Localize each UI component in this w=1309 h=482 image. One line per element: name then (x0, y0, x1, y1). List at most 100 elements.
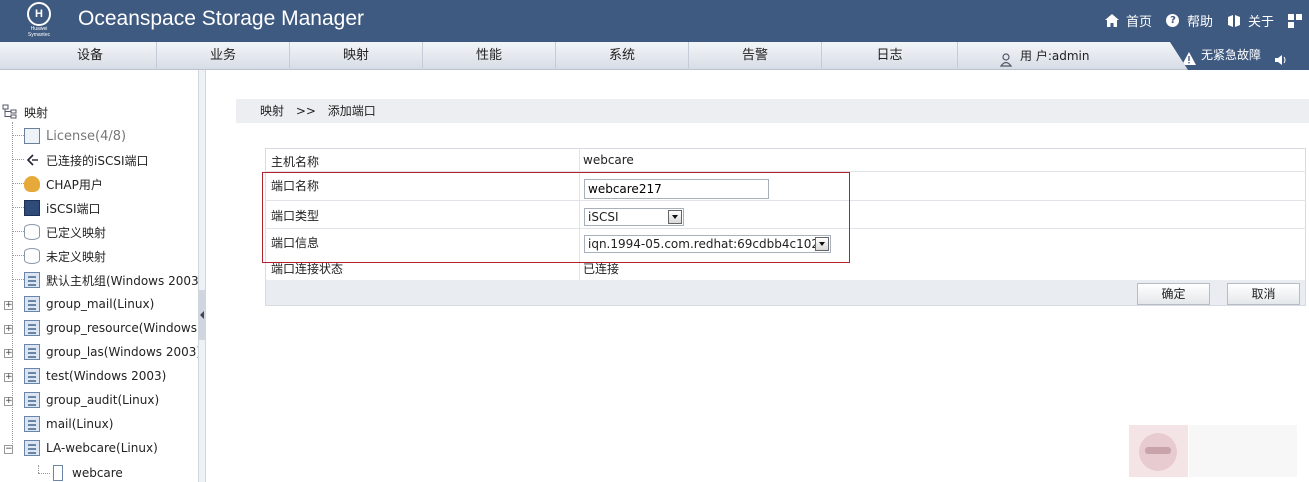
database-icon (24, 224, 40, 240)
tree-item-group-las[interactable]: group_las(Windows 2003) (24, 341, 198, 363)
tree-item-license[interactable]: License(4/8) (24, 125, 126, 147)
iscsi-port-icon (24, 200, 40, 216)
app-title: Oceanspace Storage Manager (78, 7, 365, 30)
license-icon (24, 128, 40, 144)
logo-mark-icon: H (27, 2, 51, 26)
collapse-arrow-icon[interactable] (200, 311, 204, 319)
host-name-label: 主机名称 (271, 155, 320, 169)
tree-item-group-audit[interactable]: group_audit(Linux) (24, 389, 159, 411)
connected-port-icon (24, 152, 40, 168)
expand-toggle[interactable]: + (4, 325, 13, 334)
tree-item-default-host-group[interactable]: 默认主机组(Windows 2003) (24, 269, 198, 291)
host-group-icon (24, 368, 40, 384)
home-link[interactable]: 首页 (1104, 11, 1152, 30)
watermark-side (1189, 425, 1297, 477)
tree-item-label: group_las(Windows 2003) (46, 345, 198, 359)
tree-item-label: CHAP用户 (46, 177, 103, 192)
tree-item-label: group_audit(Linux) (46, 393, 160, 407)
expand-toggle[interactable]: + (4, 301, 13, 310)
tree-item-label: group_mail(Linux) (46, 297, 155, 311)
tree-root-icon (2, 104, 18, 120)
help-link[interactable]: ? 帮助 (1166, 11, 1213, 30)
extra-link[interactable] (1288, 13, 1309, 28)
home-link-label: 首页 (1125, 15, 1152, 30)
host-group-icon (24, 320, 40, 336)
host-group-icon (24, 344, 40, 360)
host-name-value: webcare (583, 153, 634, 167)
watermark-glasses (1145, 447, 1171, 454)
tree-item-mail[interactable]: mail(Linux) (24, 413, 113, 435)
breadcrumb-section[interactable]: 映射 (260, 104, 284, 118)
alert-status[interactable]: 无紧急故障 (1170, 42, 1309, 70)
breadcrumb-separator: >> (295, 104, 316, 118)
host-icon (53, 465, 63, 481)
tree-item-defined-mappings[interactable]: 已定义映射 (24, 221, 106, 243)
help-icon: ? (1166, 14, 1180, 28)
tree-item-undefined-mappings[interactable]: 未定义映射 (24, 245, 106, 267)
tree-item-group-mail[interactable]: group_mail(Linux) (24, 293, 154, 315)
nav-item-system[interactable]: 系统 (556, 42, 689, 70)
mapping-tree: 映射 License(4/8) 已连接的iSCSI端口 CHAP用户 iSCSI… (0, 70, 198, 482)
cancel-button[interactable]: 取消 (1227, 283, 1300, 305)
tree-item-webcare[interactable]: webcare (50, 462, 123, 482)
tree-item-label: 默认主机组(Windows 2003) (46, 273, 198, 288)
tree-item-chap-users[interactable]: CHAP用户 (24, 173, 103, 195)
user-icon (24, 176, 40, 192)
tree-item-label: mail(Linux) (46, 417, 114, 431)
host-group-icon (24, 272, 40, 288)
tree-root-label: 映射 (24, 105, 49, 120)
tree-root[interactable]: 映射 (2, 101, 48, 123)
tree-item-label: 未定义映射 (46, 249, 107, 264)
nav-item-performance[interactable]: 性能 (423, 42, 556, 70)
form-row-host-name: 主机名称 webcare (265, 148, 1306, 172)
host-group-icon (24, 296, 40, 312)
main-nav: 设备 业务 映射 性能 系统 告警 日志 用 户:admin 无紧急故障 (0, 42, 1309, 70)
ok-button[interactable]: 确定 (1137, 283, 1210, 305)
tree-item-test[interactable]: test(Windows 2003) (24, 365, 166, 387)
tree-item-label: group_resource(Windows 2 (46, 321, 198, 335)
tree-item-la-webcare[interactable]: LA-webcare(Linux) (24, 437, 158, 459)
nav-item-mapping[interactable]: 映射 (290, 42, 423, 70)
tree-item-label: License(4/8) (46, 128, 127, 144)
warning-icon (1182, 48, 1196, 65)
tree-item-iscsi-ports[interactable]: iSCSI端口 (24, 197, 101, 219)
nav-item-device[interactable]: 设备 (24, 42, 157, 70)
expand-toggle[interactable]: + (4, 349, 13, 358)
home-icon (1104, 14, 1119, 28)
puzzle-icon (1288, 13, 1302, 28)
sound-icon[interactable] (1275, 49, 1287, 65)
tree-item-group-resource[interactable]: group_resource(Windows 2 (24, 317, 198, 339)
nav-item-business[interactable]: 业务 (157, 42, 290, 70)
nav-item-alarm[interactable]: 告警 (689, 42, 822, 70)
tree-item-label: test(Windows 2003) (46, 369, 167, 383)
host-group-icon (24, 416, 40, 432)
tree-item-label: iSCSI端口 (46, 201, 101, 216)
brand-logo: H Huawei Symantec (20, 2, 58, 40)
about-icon (1227, 14, 1241, 28)
tree-item-label: 已定义映射 (46, 225, 107, 240)
tree-item-connected-iscsi-ports[interactable]: 已连接的iSCSI端口 (24, 149, 149, 171)
alert-label: 无紧急故障 (1201, 48, 1262, 62)
breadcrumb: 映射 >> 添加端口 (236, 99, 1309, 123)
expand-toggle[interactable]: + (4, 397, 13, 406)
user-icon (999, 49, 1014, 67)
about-link-label: 关于 (1247, 15, 1274, 30)
about-link[interactable]: 关于 (1227, 11, 1274, 30)
current-user: 用 户:admin (999, 42, 1090, 70)
tree-item-label: LA-webcare(Linux) (46, 441, 158, 455)
tree-item-label: 已连接的iSCSI端口 (46, 153, 149, 168)
top-links: 首页 ? 帮助 关于 (1104, 11, 1309, 30)
expand-toggle[interactable]: + (4, 373, 13, 382)
highlight-box (262, 172, 850, 263)
tree-item-label: webcare (72, 466, 123, 480)
nav-item-log[interactable]: 日志 (822, 42, 958, 70)
collapse-toggle[interactable]: − (4, 445, 13, 454)
top-header: H Huawei Symantec Oceanspace Storage Man… (0, 0, 1309, 42)
panel-splitter[interactable] (198, 70, 206, 482)
breadcrumb-current: 添加端口 (327, 104, 376, 118)
logo-line2: Symantec (27, 32, 51, 38)
help-link-label: 帮助 (1186, 15, 1213, 30)
user-label: 用 户:admin (1020, 49, 1090, 63)
database-icon (24, 248, 40, 264)
alert-status-content: 无紧急故障 (1182, 42, 1287, 68)
